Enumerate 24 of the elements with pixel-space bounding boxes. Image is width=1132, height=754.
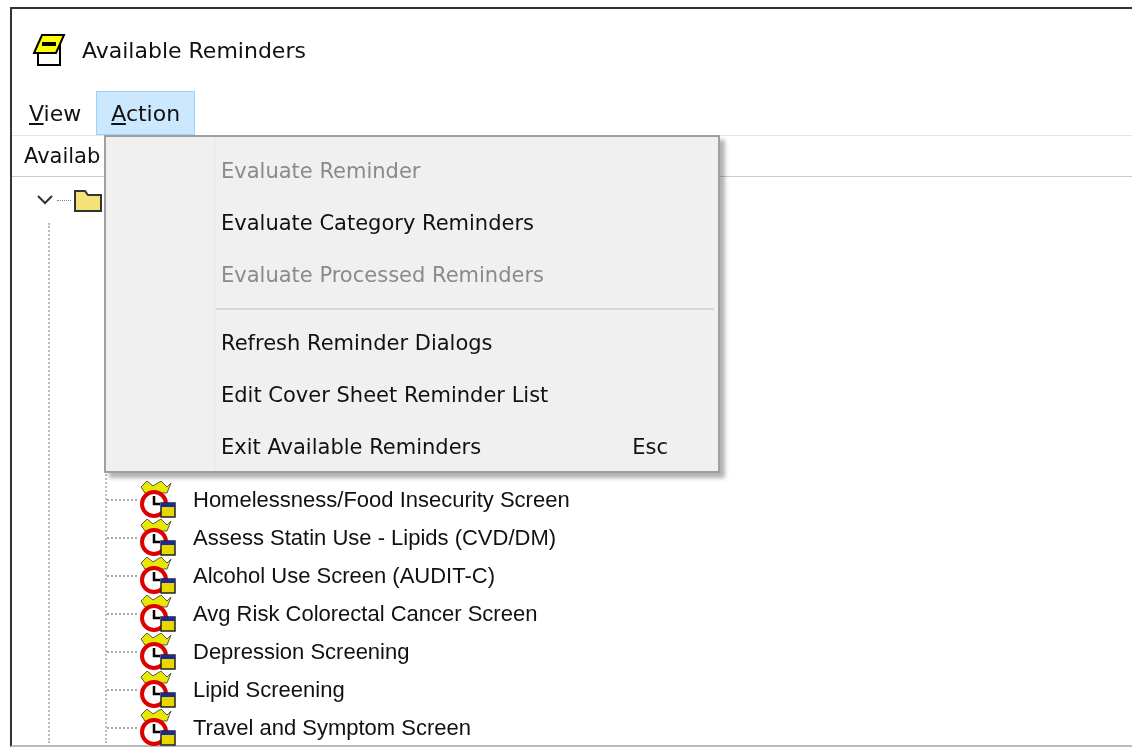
menu-item[interactable]: Edit Cover Sheet Reminder List (106, 369, 718, 421)
menu-item[interactable]: Exit Available Reminders Esc (106, 421, 718, 473)
alarm-clock-icon (137, 633, 177, 671)
menu-item[interactable]: View (20, 91, 91, 135)
reminder-item[interactable]: Lipid Screening (193, 677, 345, 703)
reminder-item[interactable]: Homelessness/Food Insecurity Screen (193, 487, 570, 513)
reminder-item[interactable]: Avg Risk Colorectal Cancer Screen (193, 601, 538, 627)
folder-icon (73, 187, 103, 213)
alarm-clock-icon (137, 595, 177, 633)
alarm-clock-icon (137, 557, 177, 595)
reminder-item[interactable]: Travel and Symptom Screen (193, 715, 471, 741)
alarm-clock-icon (137, 709, 177, 747)
chevron-icon[interactable] (35, 193, 55, 207)
menu-item[interactable]: Evaluate Category Reminders (106, 197, 718, 249)
window-title: Available Reminders (82, 37, 306, 63)
alarm-clock-icon (137, 519, 177, 557)
alarm-clock-icon (137, 671, 177, 709)
reminder-item[interactable]: Depression Screening (193, 639, 410, 665)
alarm-clock-icon (137, 481, 177, 519)
reminder-item[interactable]: Alcohol Use Screen (AUDIT-C) (193, 563, 495, 589)
note-pad-icon (30, 31, 68, 69)
menu-item[interactable]: Action (96, 91, 196, 135)
reminder-item[interactable]: Assess Statin Use - Lipids (CVD/DM) (193, 525, 557, 551)
menu-item[interactable]: Refresh Reminder Dialogs (106, 317, 718, 369)
